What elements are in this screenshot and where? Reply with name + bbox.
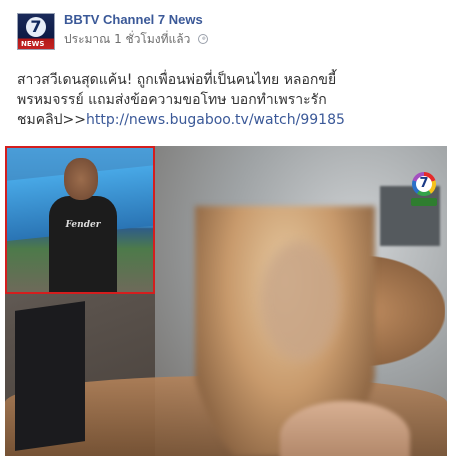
post-timestamp[interactable]: ประมาณ 1 ชั่วโมงที่แล้ว bbox=[64, 30, 209, 49]
avatar-logo: 7 bbox=[26, 17, 46, 37]
photo-woman bbox=[170, 206, 410, 456]
post-message: สาวสวีเดนสุดแค้น! ถูกเพื่อนพ่อที่เป็นคนไ… bbox=[17, 70, 437, 130]
post-text-line-1: สาวสวีเดนสุดแค้น! ถูกเพื่อนพ่อที่เป็นคนไ… bbox=[17, 72, 337, 88]
photo-monitor bbox=[15, 301, 85, 451]
post-text-line-2: พรหมจรรย์ แถมส่งข้อความขอโทษ บอกทำเพราะร… bbox=[17, 92, 327, 108]
ch7-logo-number: 7 bbox=[416, 176, 432, 192]
post-photo[interactable]: Fender 7 bbox=[5, 146, 447, 456]
inset-man-shirt bbox=[49, 196, 117, 292]
post-text-prefix: ชมคลิป>> bbox=[17, 112, 87, 128]
photo-blurred-face bbox=[260, 241, 340, 361]
ch7-logo-bar bbox=[411, 198, 437, 206]
post-link[interactable]: http://news.bugaboo.tv/watch/99185 bbox=[86, 112, 345, 128]
timestamp-text[interactable]: ประมาณ 1 ชั่วโมงที่แล้ว bbox=[64, 32, 190, 46]
avatar-caption: NEWS bbox=[21, 40, 45, 48]
page-name-link[interactable]: BBTV Channel 7 News bbox=[64, 12, 203, 27]
page-avatar[interactable]: 7 NEWS bbox=[17, 13, 55, 50]
channel-7-logo: 7 bbox=[411, 172, 437, 208]
globe-icon bbox=[198, 34, 209, 44]
inset-man-head bbox=[64, 158, 98, 200]
inset-shirt-text: Fender bbox=[65, 220, 101, 230]
facebook-post: 7 NEWS BBTV Channel 7 News ประมาณ 1 ชั่ว… bbox=[0, 0, 452, 461]
photo-inset: Fender bbox=[5, 146, 155, 294]
post-text-line-3: ชมคลิป>>http://news.bugaboo.tv/watch/991… bbox=[17, 110, 437, 130]
